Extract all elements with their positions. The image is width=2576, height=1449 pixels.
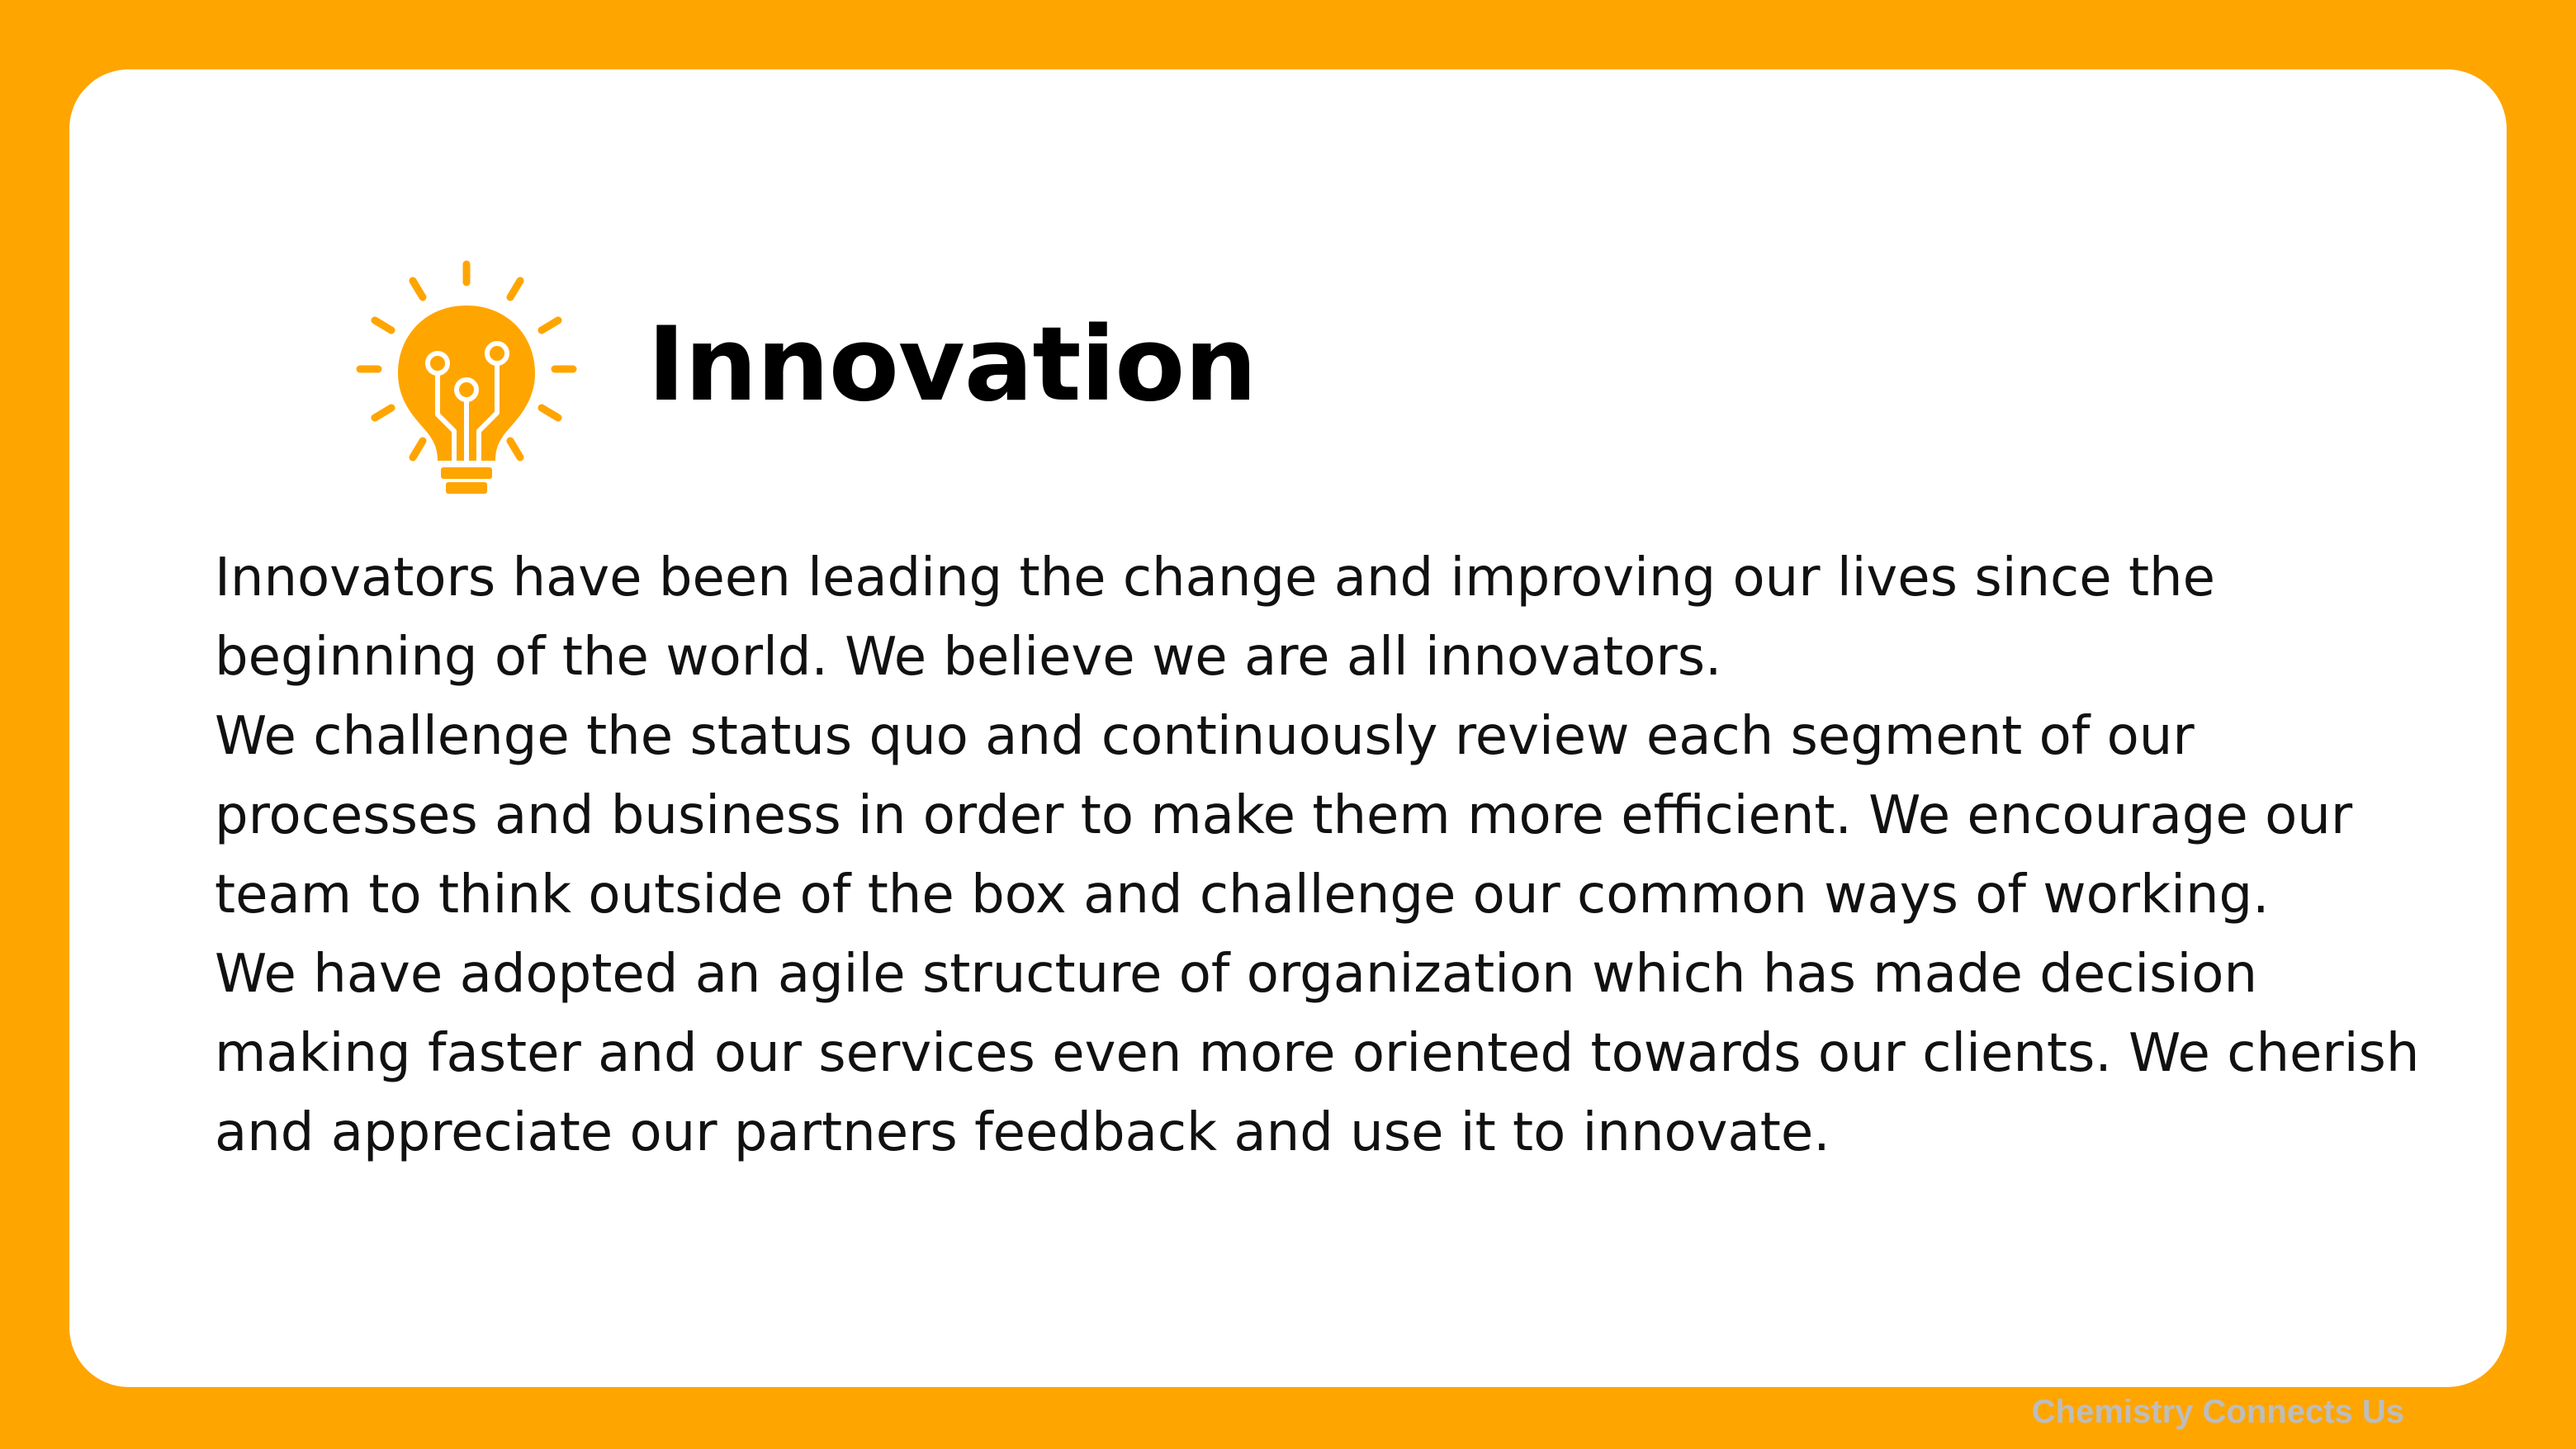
body-line: We challenge the status quo and continuo… [215, 706, 2195, 767]
body-line: We have adopted an agile structure of or… [215, 944, 2257, 1005]
body-line: processes and business in order to make … [215, 785, 2353, 846]
content-card: Innovation Innovators have been leading … [69, 69, 2507, 1428]
body-line: making faster and our services even more… [215, 1023, 2420, 1084]
footer-tagline: Chemistry Connects Us [2031, 1394, 2404, 1430]
lightbulb-circuit-icon [356, 260, 577, 494]
body-line: team to think outside of the box and cha… [215, 864, 2270, 926]
body-paragraph: Innovators have been leading the change … [215, 538, 2526, 1172]
body-line: beginning of the world. We believe we ar… [215, 627, 1722, 688]
page-title: Innovation [647, 305, 1257, 424]
body-line: and appreciate our partners feedback and… [215, 1102, 1830, 1163]
body-line: Innovators have been leading the change … [215, 547, 2215, 608]
